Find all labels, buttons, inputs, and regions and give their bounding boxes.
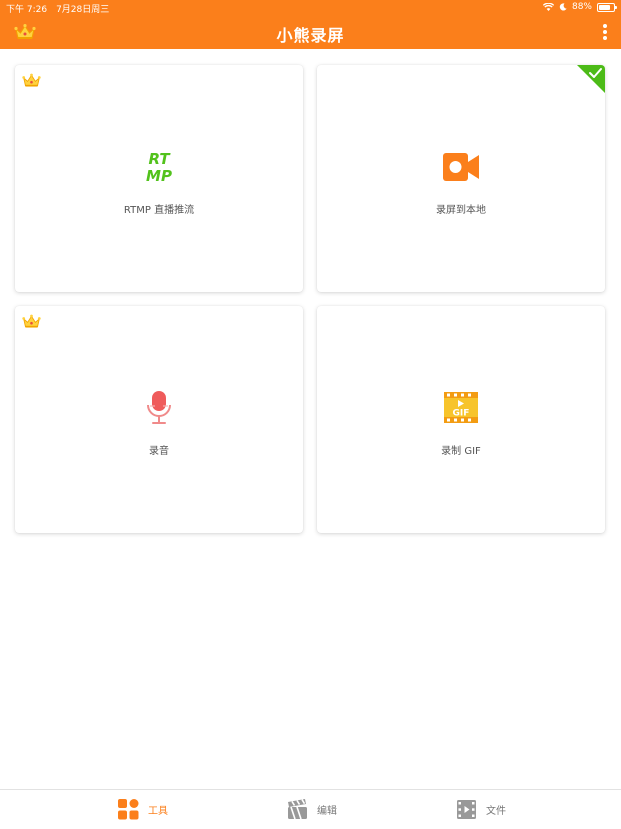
card-label: RTMP 直播推流 bbox=[123, 205, 195, 216]
tab-edit[interactable]: 编辑 bbox=[287, 798, 337, 820]
battery-percent: 88% bbox=[571, 2, 592, 12]
film-icon bbox=[457, 799, 476, 819]
rtmp-icon: RT MP bbox=[146, 150, 172, 185]
tab-tools-label: 工具 bbox=[148, 805, 168, 817]
rtmp-icon-text-bottom: MP bbox=[146, 167, 172, 185]
more-menu-button[interactable] bbox=[599, 22, 611, 42]
crown-icon bbox=[22, 314, 41, 328]
tab-edit-label: 编辑 bbox=[317, 805, 337, 817]
video-camera-icon bbox=[443, 153, 479, 181]
microphone-icon bbox=[147, 391, 171, 424]
grid-icon bbox=[118, 798, 139, 819]
tab-files-label: 文件 bbox=[486, 805, 506, 817]
crown-icon bbox=[22, 73, 41, 87]
audio-record-card[interactable]: 录音 bbox=[15, 306, 303, 533]
card-label: 录音 bbox=[149, 446, 169, 457]
battery-icon bbox=[597, 2, 617, 12]
gif-icon-text: GIF bbox=[453, 409, 470, 419]
app-title: 小熊录屏 bbox=[276, 26, 345, 45]
record-to-local-card[interactable]: 录屏到本地 bbox=[317, 65, 605, 292]
tab-files[interactable]: 文件 bbox=[456, 798, 506, 820]
clapperboard-icon bbox=[288, 798, 307, 819]
status-left: 下午 7:26 7月28日周三 bbox=[6, 2, 118, 15]
selected-check-icon bbox=[577, 65, 605, 93]
moon-icon bbox=[559, 3, 567, 11]
rtmp-icon-text-top: RT bbox=[148, 150, 171, 168]
record-gif-card[interactable]: GIF 录制 GIF bbox=[317, 306, 605, 533]
card-label: 录屏到本地 bbox=[436, 205, 486, 216]
more-vertical-icon bbox=[599, 24, 611, 40]
status-time: 下午 7:26 bbox=[6, 5, 48, 15]
bottom-tab-bar: 工具 编辑 文件 bbox=[0, 789, 621, 829]
status-right: 88% bbox=[542, 2, 617, 12]
wifi-icon bbox=[542, 3, 554, 11]
status-bar: 下午 7:26 7月28日周三 88% bbox=[0, 0, 621, 16]
rtmp-live-stream-card[interactable]: RT MP RTMP 直播推流 bbox=[15, 65, 303, 292]
tab-tools[interactable]: 工具 bbox=[118, 798, 168, 820]
gif-icon: GIF bbox=[444, 392, 478, 423]
card-label: 录制 GIF bbox=[441, 446, 481, 457]
status-date: 7月28日周三 bbox=[56, 5, 110, 15]
app-bar: 小熊录屏 bbox=[0, 16, 621, 49]
